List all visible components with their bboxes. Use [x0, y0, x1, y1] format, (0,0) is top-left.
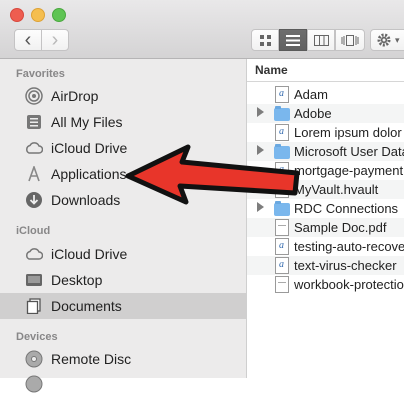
file-name: mortgage-payment — [294, 163, 404, 178]
file-name: RDC Connections — [294, 201, 399, 216]
chevron-right-icon: › — [51, 29, 59, 51]
disclosure-triangle-icon[interactable] — [257, 145, 264, 155]
file-list: Name Adam Adobe Lorem ipsum dolor s Micr… — [247, 59, 404, 378]
file-name: MyVault.hvault — [294, 182, 379, 197]
all-my-files-icon — [24, 112, 44, 132]
cover-flow-icon — [341, 34, 359, 46]
sidebar-item-applications[interactable]: Applications — [0, 161, 246, 187]
folder-row[interactable]: RDC Connections — [247, 199, 404, 218]
columns-icon — [313, 34, 329, 46]
sidebar-item-label: AirDrop — [51, 88, 99, 104]
zoom-window-button[interactable] — [52, 8, 66, 22]
column-header-label: Name — [255, 63, 288, 77]
disc-icon — [24, 349, 44, 369]
sidebar-item-airdrop[interactable]: AirDrop — [0, 83, 246, 109]
file-name: testing-auto-recove — [294, 239, 404, 254]
file-name: Sample Doc.pdf — [294, 220, 387, 235]
sidebar-item-label: Applications — [51, 166, 127, 182]
chevron-down-icon: ▾ — [395, 34, 400, 45]
file-row[interactable]: MyVault.hvault — [247, 180, 404, 199]
close-window-button[interactable] — [10, 8, 24, 22]
sidebar-item-downloads[interactable]: Downloads — [0, 187, 246, 213]
file-row[interactable]: mortgage-payment — [247, 161, 404, 180]
document-icon — [275, 124, 289, 141]
file-name: Adobe — [294, 106, 332, 121]
sidebar-item-icloud-drive[interactable]: iCloud Drive — [0, 135, 246, 161]
file-row[interactable]: text-virus-checker — [247, 256, 404, 275]
sidebar-item-partial[interactable] — [0, 371, 246, 397]
sidebar-item-remote-disc[interactable]: Remote Disc — [0, 346, 246, 372]
folder-icon — [274, 201, 290, 216]
document-icon — [275, 238, 289, 255]
document-icon — [275, 257, 289, 274]
sidebar-item-label: Documents — [51, 298, 122, 314]
file-row[interactable]: workbook-protection — [247, 275, 404, 294]
sidebar-item-icloud-drive-2[interactable]: iCloud Drive — [0, 241, 246, 267]
column-header-name[interactable]: Name — [247, 59, 404, 82]
sidebar-item-label: Remote Disc — [51, 351, 132, 367]
file-row[interactable]: Adam — [247, 85, 404, 104]
back-button[interactable]: ‹ — [14, 29, 42, 51]
grid-icon — [259, 34, 271, 46]
downloads-icon — [24, 190, 44, 210]
list-icon — [286, 34, 300, 46]
list-view-button[interactable] — [279, 29, 307, 51]
icloud-heading: iCloud — [16, 225, 51, 237]
forward-button[interactable]: › — [41, 29, 69, 51]
folder-row[interactable]: Microsoft User Data — [247, 142, 404, 161]
sidebar-item-documents[interactable]: Documents — [0, 293, 246, 319]
cover-flow-view-button[interactable] — [335, 29, 365, 51]
file-name: Microsoft User Data — [294, 144, 404, 159]
disc-icon — [24, 374, 44, 394]
sidebar-item-label: All My Files — [51, 114, 123, 130]
document-icon — [275, 86, 289, 103]
disclosure-triangle-icon[interactable] — [257, 107, 264, 117]
desktop-icon — [24, 270, 44, 290]
file-name: workbook-protection — [294, 277, 404, 292]
sidebar-item-label: Desktop — [51, 272, 103, 288]
folder-icon — [274, 144, 290, 159]
cloud-icon — [24, 138, 44, 158]
sidebar-item-label: iCloud Drive — [51, 246, 128, 262]
applications-icon — [24, 164, 44, 184]
file-row[interactable]: Lorem ipsum dolor s — [247, 123, 404, 142]
file-name: text-virus-checker — [294, 258, 397, 273]
action-menu-button[interactable]: ▾ — [370, 29, 404, 51]
minimize-window-button[interactable] — [31, 8, 45, 22]
file-row[interactable]: testing-auto-recove — [247, 237, 404, 256]
chevron-left-icon: ‹ — [24, 29, 32, 51]
sidebar-item-label: Downloads — [51, 192, 121, 208]
sidebar: Favorites AirDrop All My Files iCloud Dr… — [0, 59, 247, 393]
document-icon — [275, 162, 289, 179]
window-toolbar: ‹ › ▾ — [0, 0, 404, 59]
file-name: Lorem ipsum dolor s — [294, 125, 404, 140]
column-view-button[interactable] — [307, 29, 335, 51]
airdrop-icon — [24, 86, 44, 106]
devices-heading: Devices — [16, 331, 58, 343]
pdf-file-icon — [275, 219, 289, 236]
file-icon — [275, 181, 289, 198]
sidebar-item-all-my-files[interactable]: All My Files — [0, 109, 246, 135]
gear-icon — [377, 33, 391, 47]
folder-row[interactable]: Adobe — [247, 104, 404, 123]
disclosure-triangle-icon[interactable] — [257, 202, 264, 212]
folder-icon — [274, 106, 290, 121]
icon-view-button[interactable] — [251, 29, 279, 51]
file-icon — [275, 276, 289, 293]
file-row[interactable]: Sample Doc.pdf — [247, 218, 404, 237]
favorites-heading: Favorites — [16, 68, 65, 80]
cloud-icon — [24, 244, 44, 264]
documents-icon — [24, 296, 44, 316]
sidebar-item-label: iCloud Drive — [51, 140, 128, 156]
sidebar-item-desktop[interactable]: Desktop — [0, 267, 246, 293]
file-name: Adam — [294, 87, 328, 102]
